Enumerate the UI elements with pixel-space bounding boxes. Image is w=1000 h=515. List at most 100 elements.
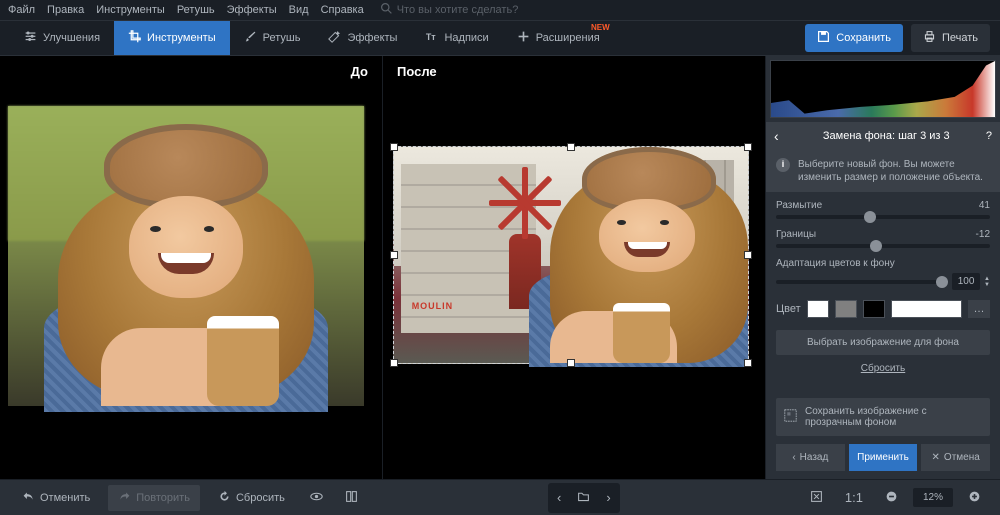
swatch-custom[interactable] — [891, 300, 962, 318]
actual-size[interactable]: 1:1 — [838, 485, 870, 510]
search-input[interactable] — [397, 4, 537, 16]
tab-label: Ретушь — [263, 32, 301, 44]
apply-button[interactable]: Применить — [849, 444, 918, 471]
menu-effects[interactable]: Эффекты — [227, 4, 277, 16]
after-label: После — [397, 64, 437, 79]
info-box: i Выберите новый фон. Вы можете изменить… — [766, 150, 1000, 192]
resize-handle[interactable] — [744, 251, 752, 259]
image-after[interactable]: MOULIN — [393, 146, 749, 364]
next-icon[interactable]: › — [599, 485, 617, 510]
histogram — [770, 60, 996, 118]
tab-label: Улучшения — [43, 32, 100, 44]
resize-handle[interactable] — [390, 251, 398, 259]
zoom-out-icon[interactable] — [878, 485, 905, 511]
resize-handle[interactable] — [567, 359, 575, 367]
resize-handle[interactable] — [567, 143, 575, 151]
edges-track[interactable] — [776, 244, 990, 248]
redo-button[interactable]: Повторить — [108, 485, 200, 511]
adapt-spinner[interactable]: ▲▼ — [984, 276, 990, 288]
resize-handle[interactable] — [390, 359, 398, 367]
back-button[interactable]: ‹Назад — [776, 444, 845, 471]
blur-knob[interactable] — [864, 211, 876, 223]
choose-bg-button[interactable]: Выбрать изображение для фона — [776, 330, 990, 355]
more-colors[interactable]: … — [968, 300, 990, 318]
menu-retouch[interactable]: Ретушь — [177, 4, 215, 16]
zoom-in-icon[interactable] — [961, 485, 988, 511]
zoom-value[interactable]: 12% — [913, 488, 953, 507]
close-icon: ✕ — [932, 452, 940, 463]
swatch-gray[interactable] — [835, 300, 857, 318]
image-before — [8, 106, 364, 406]
save-transparent-label: Сохранить изображение с прозрачным фоном — [805, 406, 982, 428]
nav-group: ‹ › — [548, 483, 620, 513]
menu-file[interactable]: Файл — [8, 4, 35, 16]
edges-slider: Границы-12 — [766, 221, 1000, 250]
blur-slider: Размытие 41 — [766, 192, 1000, 221]
print-icon — [923, 30, 936, 46]
tab-text[interactable]: TтНадписи — [411, 21, 502, 55]
print-label: Печать — [942, 32, 978, 44]
canvas-area: До После MOULIN — [0, 56, 766, 479]
side-panel: ‹ Замена фона: шаг 3 из 3 ? i Выберите н… — [766, 56, 1000, 479]
undo-label: Отменить — [40, 492, 90, 504]
save-label: Сохранить — [836, 32, 891, 44]
canvas-after[interactable]: После MOULIN — [383, 56, 766, 479]
menubar: Файл Правка Инструменты Ретушь Эффекты В… — [0, 0, 1000, 20]
svg-text:Tт: Tт — [426, 32, 436, 42]
reset-icon — [218, 490, 231, 506]
action-row: ‹Назад Применить ✕Отмена — [766, 444, 1000, 479]
save-transparent-button[interactable]: Сохранить изображение с прозрачным фоном — [776, 398, 990, 436]
resize-handle[interactable] — [744, 143, 752, 151]
cancel-button[interactable]: ✕Отмена — [921, 444, 990, 471]
reset-button[interactable]: Сбросить — [208, 485, 295, 511]
tab-effects[interactable]: Эффекты — [314, 21, 411, 55]
tab-label: Эффекты — [347, 32, 397, 44]
swatch-black[interactable] — [863, 300, 885, 318]
resize-handle[interactable] — [390, 143, 398, 151]
tab-retouch[interactable]: Ретушь — [230, 21, 315, 55]
reset-link[interactable]: Сбросить — [766, 359, 1000, 378]
menu-tools[interactable]: Инструменты — [96, 4, 165, 16]
text-icon: Tт — [425, 30, 438, 46]
canvas-before: До — [0, 56, 383, 479]
resize-handle[interactable] — [744, 359, 752, 367]
plus-icon — [517, 30, 530, 46]
workspace: До После MOULIN ‹ Замена фона: шаг 3 из … — [0, 56, 1000, 479]
folder-icon[interactable] — [570, 485, 597, 511]
blur-label: Размытие — [776, 200, 822, 211]
help-icon[interactable]: ? — [986, 130, 992, 142]
crop-icon — [128, 30, 141, 46]
color-label: Цвет — [776, 303, 801, 315]
eye-icon[interactable] — [303, 485, 330, 511]
compare-icon[interactable] — [338, 485, 365, 511]
print-button[interactable]: Печать — [911, 24, 990, 52]
panel-header: ‹ Замена фона: шаг 3 из 3 ? — [766, 122, 1000, 150]
adapt-value[interactable]: 100 — [952, 273, 980, 290]
adapt-knob[interactable] — [936, 276, 948, 288]
blur-value: 41 — [979, 200, 990, 211]
save-button[interactable]: Сохранить — [805, 24, 903, 52]
before-label: До — [351, 64, 368, 79]
tab-instruments[interactable]: Инструменты — [114, 21, 230, 55]
back-icon[interactable]: ‹ — [774, 128, 779, 144]
tab-label: Инструменты — [147, 32, 216, 44]
color-row: Цвет … — [766, 296, 1000, 326]
wand-icon — [328, 30, 341, 46]
fit-icon[interactable] — [803, 485, 830, 511]
tab-extensions[interactable]: РасширенияNEW — [503, 21, 614, 55]
info-icon: i — [776, 158, 790, 172]
prev-icon[interactable]: ‹ — [550, 485, 568, 510]
undo-button[interactable]: Отменить — [12, 485, 100, 511]
menu-view[interactable]: Вид — [289, 4, 309, 16]
tab-label: Расширения — [536, 32, 600, 44]
menu-edit[interactable]: Правка — [47, 4, 84, 16]
menu-help[interactable]: Справка — [321, 4, 364, 16]
sliders-icon — [24, 30, 37, 46]
adapt-track[interactable] — [776, 280, 948, 284]
swatch-white[interactable] — [807, 300, 829, 318]
redo-label: Повторить — [136, 492, 190, 504]
blur-track[interactable] — [776, 215, 990, 219]
new-badge: NEW — [591, 23, 610, 32]
search-wrap — [380, 2, 537, 18]
tab-enhancements[interactable]: Улучшения — [10, 21, 114, 55]
